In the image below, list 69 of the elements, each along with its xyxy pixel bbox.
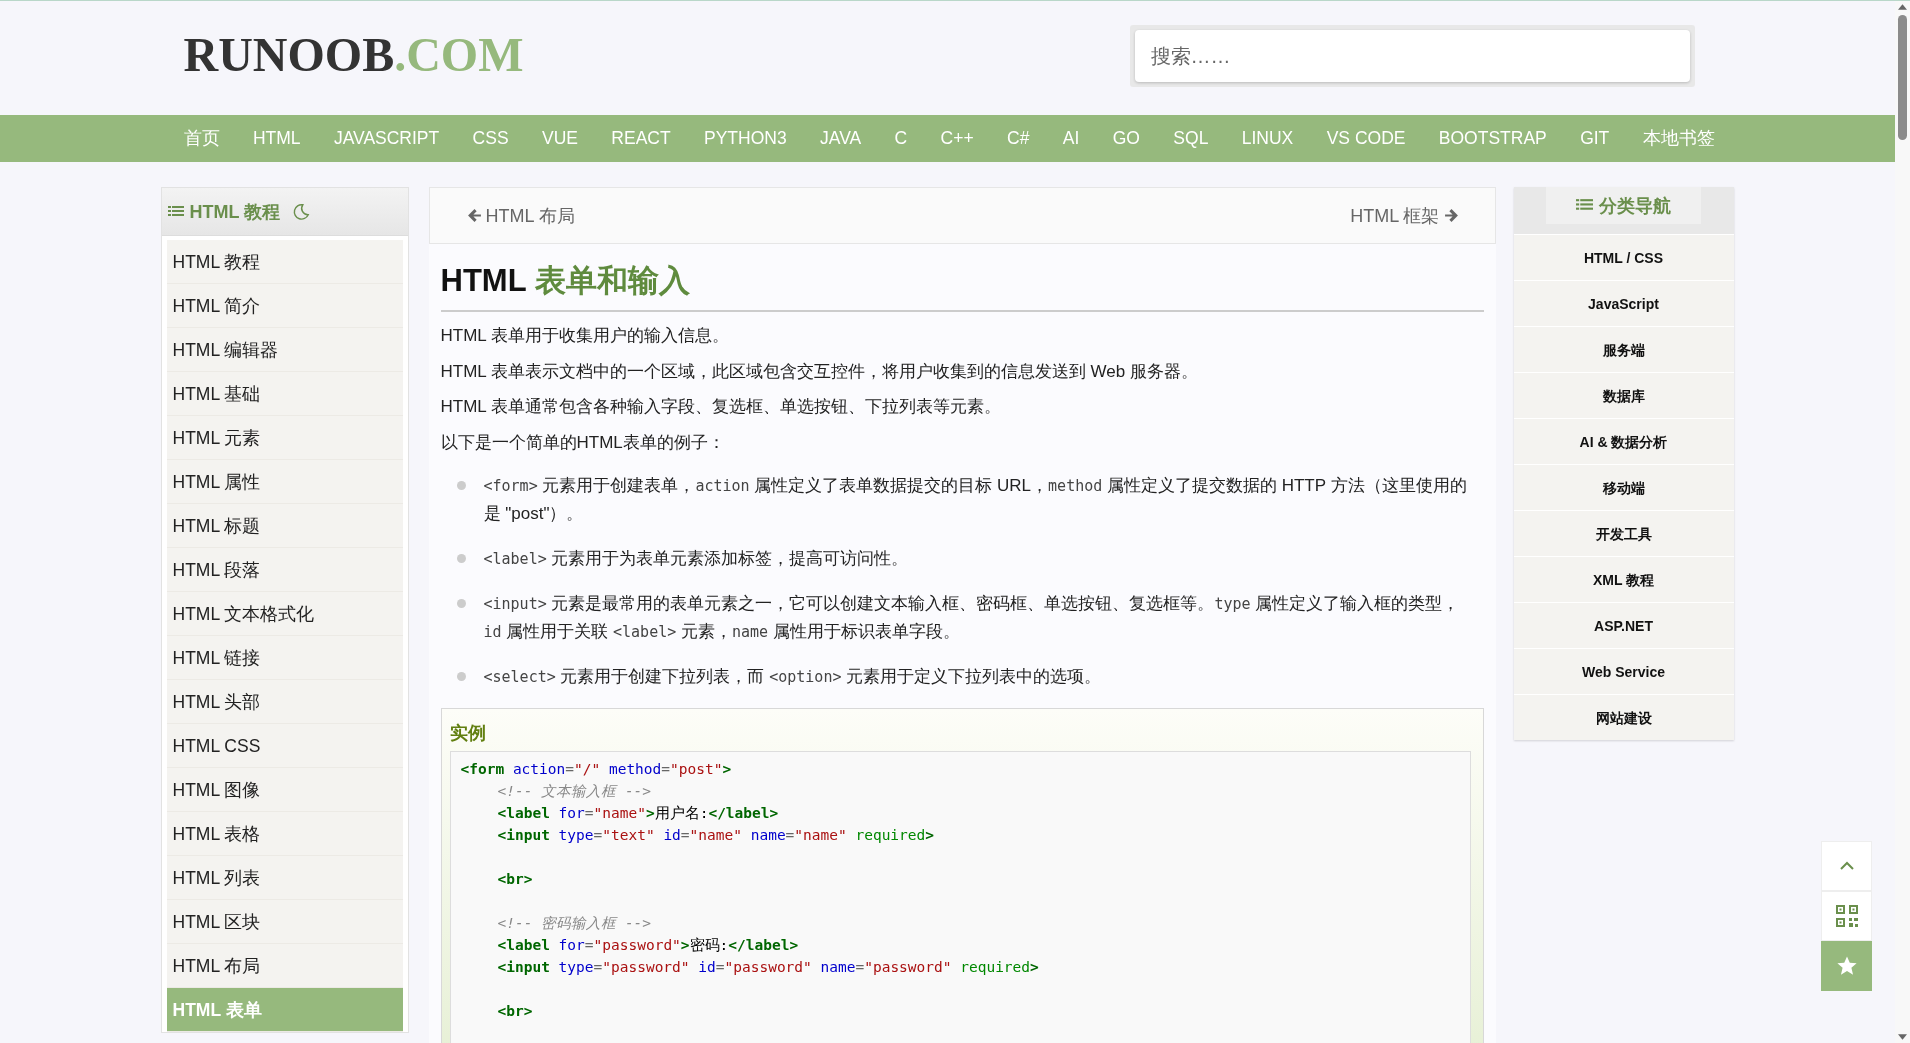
scroll-down-icon[interactable] bbox=[1898, 1034, 1907, 1040]
sidebar-item[interactable]: HTML CSS bbox=[166, 724, 403, 768]
sidebar-item[interactable]: HTML 表格 bbox=[166, 812, 403, 856]
code-line: <!-- 文本输入框 --> bbox=[496, 782, 653, 801]
bullet-dot-icon bbox=[456, 672, 466, 681]
sidebar-item[interactable]: HTML 列表 bbox=[166, 856, 403, 900]
bullet-dot-icon bbox=[456, 554, 466, 563]
sidebar-item[interactable]: HTML 属性 bbox=[166, 460, 403, 504]
sidebar-item[interactable]: HTML 头部 bbox=[166, 680, 403, 724]
next-link[interactable]: HTML 框架 bbox=[1350, 203, 1459, 228]
bullet-dot-icon bbox=[456, 599, 466, 608]
moon-icon[interactable] bbox=[292, 202, 311, 221]
sidebar-item[interactable]: HTML 标题 bbox=[166, 504, 403, 548]
code-line: <input type="text" id="name" name="name" required> bbox=[496, 826, 936, 845]
category-link[interactable]: JavaScript bbox=[1513, 280, 1734, 326]
paragraph: 以下是一个简单的HTML表单的例子： bbox=[440, 431, 726, 454]
sidebar-item[interactable]: HTML 教程 bbox=[166, 240, 403, 284]
category-link[interactable]: 网站建设 bbox=[1513, 694, 1734, 740]
code-line: <label for="password">密码:</label> bbox=[496, 936, 800, 955]
code-line: <!-- 密码输入框 --> bbox=[496, 914, 653, 933]
sidebar-item[interactable]: HTML 链接 bbox=[166, 636, 403, 680]
search-field[interactable]: 搜索…… bbox=[1134, 30, 1690, 82]
bullet-item: <form> 元素用于创建表单，action 属性定义了表单数据提交的目标 URL，method 属性定义了提交数据的 HTTP 方法（这里使用的是 "post"）。 bbox=[483, 475, 1468, 525]
qr-code-button[interactable] bbox=[1821, 891, 1872, 941]
code-line: <input type="password" id="password" name="password" required> bbox=[496, 958, 1040, 977]
sidebar-item[interactable]: HTML 元素 bbox=[166, 416, 403, 460]
sidebar-item[interactable]: HTML 段落 bbox=[166, 548, 403, 592]
scrollbar-thumb[interactable] bbox=[1898, 15, 1907, 140]
code-line: <br> bbox=[496, 1002, 534, 1021]
qr-code-icon bbox=[1834, 904, 1859, 928]
sidebar-item[interactable]: HTML 布局 bbox=[166, 944, 403, 988]
category-link[interactable]: 服务端 bbox=[1513, 326, 1734, 372]
bullet-item: <label> 元素用于为表单元素添加标签，提高可访问性。 bbox=[483, 548, 910, 570]
code-line: <form action="/" method="post"> bbox=[460, 760, 733, 779]
sidebar-item[interactable]: HTML 简介 bbox=[166, 284, 403, 328]
category-link[interactable]: 移动端 bbox=[1513, 464, 1734, 510]
list-icon bbox=[1576, 198, 1593, 213]
category-link[interactable]: 开发工具 bbox=[1513, 510, 1734, 556]
sidebar-item[interactable]: HTML 图像 bbox=[166, 768, 403, 812]
category-link[interactable]: 数据库 bbox=[1513, 372, 1734, 418]
scroll-up-icon[interactable] bbox=[1898, 4, 1907, 10]
category-link[interactable]: ASP.NET bbox=[1513, 602, 1734, 648]
right-arrow-icon bbox=[1443, 208, 1459, 223]
left-arrow-icon bbox=[466, 208, 482, 223]
paragraph: HTML 表单用于收集用户的输入信息。 bbox=[440, 325, 730, 347]
sidebar-item[interactable]: HTML 编辑器 bbox=[166, 328, 403, 372]
sidebar-title: HTML 教程 bbox=[189, 200, 281, 224]
category-link[interactable]: AI & 数据分析 bbox=[1513, 418, 1734, 464]
previous-link[interactable]: HTML 布局 bbox=[466, 203, 575, 228]
page-title: HTML 表单和输入 bbox=[440, 262, 691, 300]
category-link[interactable]: Web Service bbox=[1513, 648, 1734, 694]
sidebar-item[interactable]: HTML 文本格式化 bbox=[166, 592, 403, 636]
bullet-item: <select> 元素用于创建下拉列表，而 <option> 元素用于定义下拉列表中的选项。 bbox=[483, 666, 1103, 688]
bullet-item: <input> 元素是最常用的表单元素之一，它可以创建文本输入框、密码框、单选按钮、复选框等。type 属性定义了输入框的类型， id 属性用于关联 <label> 元素，name 属性用于标识表单字段。 bbox=[483, 593, 1461, 643]
paragraph: HTML 表单表示文档中的一个区域，此区域包含交互控件，将用户收集到的信息发送到 Web 服务器。 bbox=[440, 360, 1199, 383]
category-link[interactable]: HTML / CSS bbox=[1513, 234, 1734, 280]
sidebar-item[interactable]: HTML 基础 bbox=[166, 372, 403, 416]
code-line: <br> bbox=[496, 870, 534, 889]
sidebar-item[interactable]: HTML 区块 bbox=[166, 900, 403, 944]
code-line: <label for="name">用户名:</label> bbox=[496, 804, 780, 823]
category-link[interactable]: XML 教程 bbox=[1513, 556, 1734, 602]
category-title: 分类导航 bbox=[1599, 194, 1671, 218]
site-logo[interactable]: RUNOOB.COM bbox=[183, 26, 524, 82]
bullet-dot-icon bbox=[456, 481, 466, 490]
star-icon bbox=[1835, 955, 1858, 977]
example-title: 实例 bbox=[449, 722, 487, 745]
bookmark-button[interactable] bbox=[1821, 941, 1872, 991]
list-icon bbox=[167, 204, 184, 219]
paragraph: HTML 表单通常包含各种输入字段、复选框、单选按钮、下拉列表等元素。 bbox=[440, 396, 1002, 418]
